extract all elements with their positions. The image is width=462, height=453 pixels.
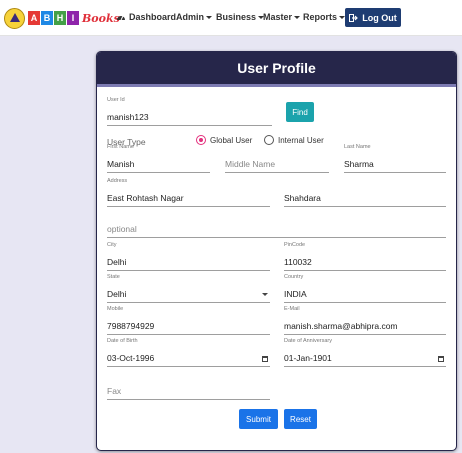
radio-global-user[interactable]: Global User: [196, 135, 252, 145]
logout-button[interactable]: Log Out: [345, 8, 401, 27]
radio-unchecked-icon: [264, 135, 274, 145]
chevron-down-icon: [206, 15, 212, 19]
address-label: Address: [107, 178, 128, 184]
doa-label: Date of Anniversary: [284, 338, 332, 344]
city-label: City: [107, 242, 117, 248]
first-name-label: First Name: [107, 144, 134, 150]
reset-button[interactable]: Reset: [284, 409, 317, 429]
fax-field[interactable]: Fax: [107, 380, 270, 400]
logo-letter: I: [67, 11, 79, 25]
last-name-value: Sharma: [344, 159, 374, 169]
fax-placeholder: Fax: [107, 386, 122, 396]
user-profile-card: User Profile User Id manish123 Find User…: [96, 51, 457, 451]
nav-master[interactable]: Master: [263, 12, 301, 22]
user-id-label: User Id: [107, 97, 125, 103]
nav-admin-label: Admin: [176, 12, 204, 22]
logo-emblem-icon: [4, 7, 25, 29]
last-name-label: Last Name: [344, 144, 371, 150]
country-field[interactable]: Country INDIA: [284, 274, 446, 303]
logo-letter: B: [41, 11, 53, 25]
mobile-field[interactable]: Mobile 7988794929: [107, 306, 270, 335]
middle-name-placeholder: Middle Name: [225, 159, 276, 169]
nav-dashboard-label: Dashboard: [129, 12, 177, 22]
email-value: manish.sharma@abhipra.com: [284, 321, 398, 331]
middle-name-field[interactable]: Middle Name: [225, 153, 329, 173]
submit-button[interactable]: Submit: [239, 409, 278, 429]
state-select[interactable]: State Delhi: [107, 274, 270, 303]
nav-master-label: Master: [263, 12, 293, 22]
dob-value: 03-Oct-1996: [107, 353, 155, 363]
first-name-value: Manish: [107, 159, 135, 169]
address-line2-value: Shahdara: [284, 193, 321, 203]
chevron-down-icon: [262, 293, 268, 296]
app-logo[interactable]: A B H I Books: [4, 7, 120, 29]
nav-admin[interactable]: Admin: [176, 12, 212, 22]
city-field[interactable]: City Delhi: [107, 242, 270, 271]
pincode-value: 110032: [284, 257, 312, 267]
page-title: User Profile: [237, 60, 316, 76]
radio-checked-icon: [196, 135, 206, 145]
user-id-field[interactable]: User Id manish123: [107, 97, 272, 126]
top-navbar: A B H I Books Dashboard Admin Business M…: [0, 0, 462, 36]
nav-business[interactable]: Business: [216, 12, 265, 22]
mobile-label: Mobile: [107, 306, 124, 312]
logout-label: Log Out: [362, 12, 397, 23]
mobile-value: 7988794929: [107, 321, 155, 331]
dob-label: Date of Birth: [107, 338, 138, 344]
address-line3-placeholder: optional: [107, 224, 137, 234]
calendar-icon[interactable]: [262, 356, 268, 362]
logout-icon: [349, 13, 359, 22]
nav-dashboard[interactable]: Dashboard: [116, 12, 176, 22]
dashboard-icon: [117, 15, 125, 21]
nav-business-label: Business: [216, 12, 257, 22]
country-value: INDIA: [284, 289, 307, 299]
address-line3-field[interactable]: optional: [107, 218, 446, 238]
radio-global-user-label: Global User: [210, 135, 253, 145]
state-value: Delhi: [107, 289, 127, 299]
address-line2-field[interactable]: Shahdara: [284, 187, 446, 207]
city-value: Delhi: [107, 257, 127, 267]
chevron-down-icon: [294, 15, 301, 19]
address-line1-field[interactable]: Address East Rohtash Nagar: [107, 178, 270, 207]
doa-field[interactable]: Date of Anniversary 01-Jan-1901: [284, 338, 446, 367]
email-field[interactable]: E-Mail manish.sharma@abhipra.com: [284, 306, 446, 335]
radio-internal-user[interactable]: Internal User: [264, 135, 324, 145]
logo-books-text: Books: [82, 11, 120, 25]
radio-internal-user-label: Internal User: [278, 135, 324, 145]
find-button[interactable]: Find: [286, 102, 314, 122]
logo-letter: H: [54, 11, 66, 25]
state-label: State: [107, 274, 120, 280]
pincode-field[interactable]: PinCode 110032: [284, 242, 446, 271]
user-id-value: manish123: [107, 112, 149, 122]
nav-reports-label: Reports: [303, 12, 338, 22]
email-label: E-Mail: [284, 306, 300, 312]
nav-reports[interactable]: Reports: [303, 12, 346, 22]
card-header: User Profile: [97, 52, 456, 87]
first-name-field[interactable]: First Name Manish: [107, 144, 210, 173]
calendar-icon[interactable]: [438, 356, 444, 362]
logo-letter: A: [28, 11, 40, 25]
doa-value: 01-Jan-1901: [284, 353, 332, 363]
address-line1-value: East Rohtash Nagar: [107, 193, 184, 203]
logo-letters: A B H I: [28, 11, 80, 25]
pincode-label: PinCode: [284, 242, 306, 248]
last-name-field[interactable]: Last Name Sharma: [344, 144, 446, 173]
country-label: Country: [284, 274, 304, 280]
dob-field[interactable]: Date of Birth 03-Oct-1996: [107, 338, 270, 367]
